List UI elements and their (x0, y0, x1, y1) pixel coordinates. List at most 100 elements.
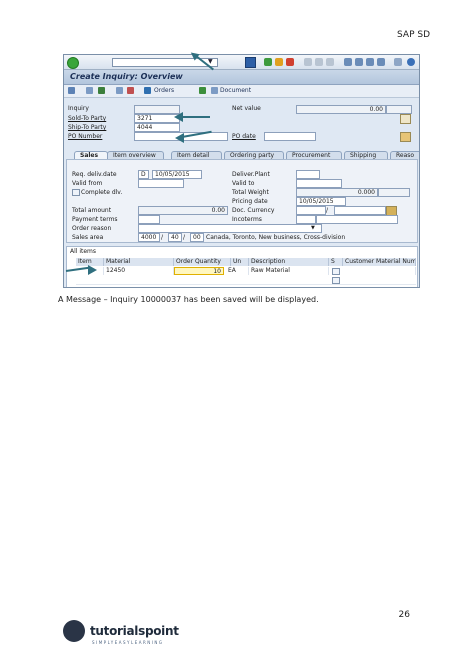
next-page-icon[interactable] (366, 58, 374, 66)
back-icon[interactable] (264, 58, 272, 66)
status-checkbox[interactable] (332, 277, 340, 284)
document-button[interactable]: Document (220, 87, 251, 94)
help-icon[interactable] (407, 58, 415, 66)
deliver-plant-field[interactable] (296, 170, 320, 179)
distribution-channel-field[interactable]: 40 (168, 233, 182, 242)
find-icon[interactable] (315, 58, 323, 66)
chevron-down-icon[interactable]: ▼ (311, 225, 315, 231)
po-date-field[interactable] (264, 132, 316, 141)
display-doc-flow-icon[interactable] (68, 87, 75, 94)
person-icon[interactable] (98, 87, 105, 94)
inquiry-label: Inquiry (68, 105, 89, 112)
pricing-date-label: Pricing date (232, 198, 268, 205)
exit-icon[interactable] (275, 58, 283, 66)
save-icon[interactable] (245, 57, 256, 68)
ship-to-label[interactable]: Ship-To Party (68, 124, 106, 131)
column-customer-material[interactable]: Customer Material Num (343, 258, 416, 266)
column-unit[interactable]: Un (231, 258, 249, 266)
total-amount-field[interactable]: 0.00 (138, 206, 228, 215)
payment-terms-field[interactable] (138, 215, 160, 224)
arrow-head-icon (175, 133, 184, 143)
order-quantity-cell[interactable]: 10 (174, 267, 224, 275)
orders-button[interactable]: Orders (154, 87, 174, 94)
complete-dlv-checkbox[interactable] (72, 189, 80, 196)
total-weight-label: Total Weight (232, 189, 269, 196)
valid-from-field[interactable] (138, 179, 184, 188)
doc-currency-field[interactable] (296, 206, 326, 215)
net-value-label: Net value (232, 105, 261, 112)
total-amount-label: Total amount (72, 207, 112, 214)
orders-icon[interactable] (144, 87, 151, 94)
sales-area-description: Canada, Toronto, New business, Cross-div… (206, 234, 346, 241)
order-reason-select[interactable] (138, 224, 322, 233)
enter-icon[interactable] (67, 57, 79, 69)
doc-currency-label: Doc. Currency (232, 207, 275, 214)
division-field[interactable]: 00 (190, 233, 204, 242)
complete-dlv-label: Complete dlv. (81, 189, 123, 196)
status-checkbox[interactable] (332, 268, 340, 275)
date-format-field[interactable]: D (138, 170, 149, 179)
page-number: 26 (398, 610, 410, 620)
page-header: SAP SD (397, 30, 430, 40)
find-next-icon[interactable] (326, 58, 334, 66)
arrow-head-icon (174, 112, 183, 122)
deliver-plant-label: Deliver.Plant (232, 171, 270, 178)
last-page-icon[interactable] (377, 58, 385, 66)
weight-unit-field[interactable] (378, 188, 410, 197)
items-table-title: All items (70, 248, 97, 255)
header-icon[interactable] (86, 87, 93, 94)
req-deliv-date-label: Req. deliv.date (72, 171, 117, 178)
order-reason-label: Order reason (72, 225, 112, 232)
valid-from-label: Valid from (72, 180, 103, 187)
valid-to-label: Valid to (232, 180, 255, 187)
column-material[interactable]: Material (104, 258, 174, 266)
customer-material-cell[interactable] (343, 267, 416, 275)
annotation-arrow (180, 116, 210, 118)
pricing-date-field[interactable]: 10/05/2015 (296, 197, 346, 206)
chart-icon[interactable] (400, 132, 411, 142)
incoterms-field[interactable] (296, 215, 316, 224)
column-order-quantity[interactable]: Order Quantity (174, 258, 231, 266)
req-deliv-date-field[interactable]: 10/05/2015 (152, 170, 202, 179)
net-value-field[interactable]: 0.00 (296, 105, 386, 114)
previous-page-icon[interactable] (355, 58, 363, 66)
column-description[interactable]: Description (249, 258, 329, 266)
sold-to-label[interactable]: Sold-To Party (68, 115, 106, 122)
cancel-icon[interactable] (286, 58, 294, 66)
logo-name: tutorialspoint (90, 624, 179, 638)
currency-field[interactable] (386, 105, 412, 114)
incoterms-label: Incoterms (232, 216, 262, 223)
document-icon[interactable] (211, 87, 218, 94)
po-number-label[interactable]: PO Number (68, 133, 102, 140)
table-row[interactable] (76, 276, 416, 285)
sales-area-separator: / (183, 234, 186, 241)
total-weight-field[interactable]: 0.000 (296, 188, 378, 197)
new-session-icon[interactable] (394, 58, 402, 66)
screen-title: Create Inquiry: Overview (70, 72, 183, 81)
sales-area-label: Sales area (72, 234, 104, 241)
caption: A Message – Inquiry 10000037 has been sa… (58, 295, 319, 304)
sales-area-separator: / (161, 234, 164, 241)
valid-to-field[interactable] (296, 179, 342, 188)
first-page-icon[interactable] (344, 58, 352, 66)
payment-terms-label: Payment terms (72, 216, 118, 223)
material-cell[interactable]: 12450 (104, 267, 174, 275)
description-cell[interactable]: Raw Material (249, 267, 329, 275)
create-with-reference-icon[interactable] (127, 87, 134, 94)
arrow-head-icon (88, 265, 97, 275)
logo-tagline: SIMPLYEASYLEARNING (92, 640, 164, 645)
currency-separator: / (326, 207, 329, 214)
unit-cell[interactable]: EA (226, 267, 249, 275)
po-date-label[interactable]: PO date (232, 133, 256, 140)
sap-window: ▼ Create Inquiry: Overview Orders Docume… (63, 54, 420, 288)
print-icon[interactable] (304, 58, 312, 66)
sales-org-field[interactable]: 4000 (138, 233, 160, 242)
item-icon[interactable] (116, 87, 123, 94)
incoterms-2-field[interactable] (316, 215, 398, 224)
tutorialspoint-logo-icon (63, 620, 85, 642)
exchange-rate-field[interactable] (334, 206, 386, 215)
ship-to-field[interactable]: 4044 (134, 123, 180, 132)
edit-icon[interactable] (400, 114, 411, 124)
excel-icon[interactable] (199, 87, 206, 94)
column-s[interactable]: S (329, 258, 343, 266)
